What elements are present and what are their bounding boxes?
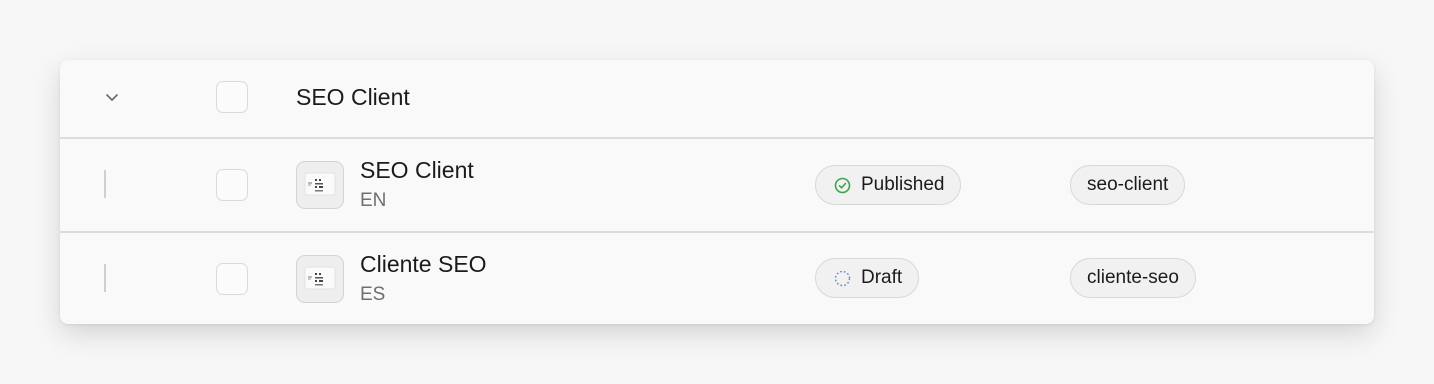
drag-handle[interactable] xyxy=(104,170,106,198)
table-row[interactable]: SEO Client EN Published seo-client xyxy=(60,138,1374,231)
row-locale: EN xyxy=(360,190,387,211)
group-select-checkbox[interactable] xyxy=(216,81,248,113)
row-title[interactable]: SEO Client xyxy=(360,157,474,184)
slug-badge: cliente-seo xyxy=(1070,258,1196,298)
document-thumbnail-icon xyxy=(296,255,344,303)
drag-handle[interactable] xyxy=(104,264,106,292)
slug-badge: seo-client xyxy=(1070,165,1186,205)
dashed-circle-icon xyxy=(834,270,851,286)
table-row[interactable]: Cliente SEO ES Draft cliente-seo xyxy=(60,232,1374,324)
check-circle-icon xyxy=(834,177,851,193)
row-locale: ES xyxy=(360,284,386,305)
status-label: Draft xyxy=(861,267,903,288)
content-list-card: SEO Client SEO Client EN Published seo-c… xyxy=(60,60,1374,324)
document-thumbnail-icon xyxy=(296,161,344,209)
status-badge: Published xyxy=(815,165,962,205)
chevron-down-icon[interactable] xyxy=(104,89,120,105)
row-select-checkbox[interactable] xyxy=(216,169,248,201)
status-badge: Draft xyxy=(815,258,920,298)
status-label: Published xyxy=(861,174,945,195)
row-title[interactable]: Cliente SEO xyxy=(360,251,487,278)
group-header-row: SEO Client xyxy=(60,60,1374,137)
group-title: SEO Client xyxy=(296,84,410,110)
row-select-checkbox[interactable] xyxy=(216,263,248,295)
